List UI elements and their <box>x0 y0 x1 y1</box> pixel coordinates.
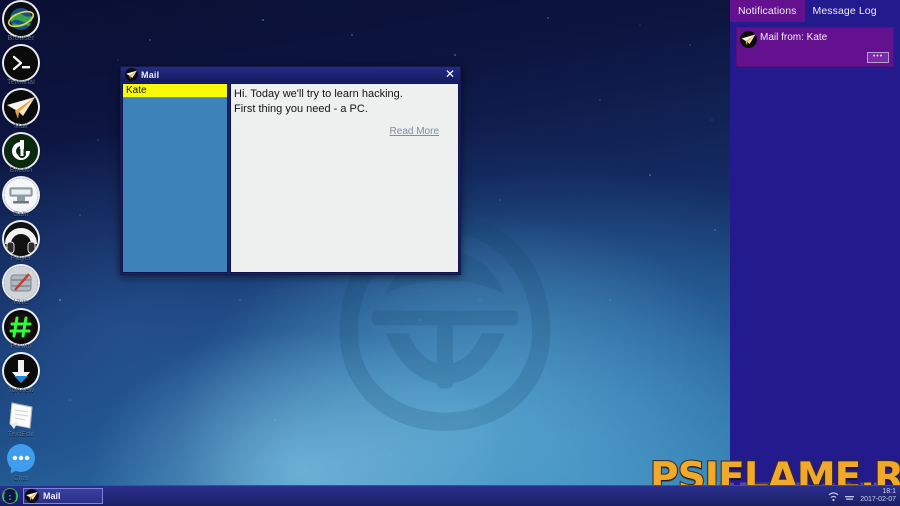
dock-item-terminal[interactable]: Terminal <box>0 46 42 90</box>
mail-plane-icon <box>125 68 138 81</box>
dock-label: Player <box>10 255 32 262</box>
notification-more-button[interactable]: ••• <box>867 52 889 63</box>
dock-item-cam[interactable]: Cam <box>0 178 42 222</box>
tab-message-log[interactable]: Message Log <box>805 0 885 22</box>
dock-item-textedit[interactable]: TextEdit <box>0 398 42 442</box>
hive-icon <box>4 266 38 300</box>
dock-item-bitcoin[interactable]: Bitcoin <box>0 134 42 178</box>
dock-label: Mail <box>14 123 28 130</box>
dock-item-forum[interactable]: Forum <box>0 310 42 354</box>
mail-plane-icon <box>740 31 757 48</box>
notification-text: Mail from: Kate <box>760 32 828 43</box>
headphones-icon <box>4 222 38 256</box>
read-more-row: Read More <box>234 121 453 139</box>
desktop-screen: Browser Terminal Mail Bitcoin Cam Player… <box>0 0 900 506</box>
download-arrow-icon <box>4 354 38 388</box>
dock-label: Terminal <box>6 79 36 86</box>
bitcoin-icon <box>4 134 38 168</box>
taskbar-button-mail[interactable]: Mail <box>23 488 103 504</box>
dock-item-torview[interactable]: TorView <box>0 354 42 398</box>
dock-label: Chat <box>13 475 29 482</box>
notification-card[interactable]: Mail from: Kate ••• <box>736 27 894 67</box>
mail-window[interactable]: Mail ✕ Kate Hi. Today we'll try to learn… <box>120 66 461 275</box>
read-more-link[interactable]: Read More <box>390 126 439 137</box>
message-line: First thing you need - a PC. <box>234 102 368 115</box>
svg-text:[:]: [:] <box>2 492 18 503</box>
right-panel-tabs: Notifications Message Log <box>730 0 900 22</box>
network-icon[interactable] <box>828 491 839 502</box>
dock-item-player[interactable]: Player <box>0 222 42 266</box>
chat-bubble-icon <box>4 442 38 476</box>
right-panel-inner: Notifications Message Log Mail from: Kat… <box>730 0 900 506</box>
webcam-icon <box>4 178 38 212</box>
dock-item-mail[interactable]: Mail <box>0 90 42 134</box>
notepad-icon <box>4 398 38 432</box>
dock-label: Forum <box>10 343 32 350</box>
volume-icon[interactable] <box>844 491 855 502</box>
hash-icon <box>4 310 38 344</box>
dock-item-hive[interactable]: Hive <box>0 266 42 310</box>
globe-icon <box>4 2 38 36</box>
mail-plane-icon <box>25 489 39 503</box>
dock-label: Browser <box>7 35 35 42</box>
mail-window-title: Mail <box>141 69 160 80</box>
dock-label: Cam <box>13 211 29 218</box>
tab-notifications[interactable]: Notifications <box>730 0 805 22</box>
mail-reading-pane: Hi. Today we'll try to learn hacking. Fi… <box>230 83 459 273</box>
clock-time: 18:1 <box>882 488 896 495</box>
taskbar-clock[interactable]: 18:1 2017-02-07 <box>860 488 896 504</box>
dock-label: Hive <box>13 299 29 306</box>
right-side-panel: Notifications Message Log Mail from: Kat… <box>730 0 900 506</box>
dock-label: Bitcoin <box>9 167 33 174</box>
start-brackets-icon[interactable]: [:] <box>2 488 18 504</box>
system-tray: 18:1 2017-02-07 <box>828 486 896 506</box>
close-icon[interactable]: ✕ <box>444 68 456 80</box>
message-line: Hi. Today we'll try to learn hacking. <box>234 88 403 100</box>
list-item[interactable]: Kate <box>123 84 227 98</box>
terminal-icon <box>4 46 38 80</box>
dock-label: TorView <box>7 387 35 394</box>
dock-label: TextEdit <box>7 431 35 438</box>
taskbar-button-label: Mail <box>43 491 61 501</box>
clock-date: 2017-02-07 <box>860 496 896 503</box>
paper-plane-icon <box>4 90 38 124</box>
mail-sender-list[interactable]: Kate <box>122 83 228 273</box>
mail-window-body: Kate Hi. Today we'll try to learn hackin… <box>121 82 460 273</box>
dock-item-chat[interactable]: Chat <box>0 442 42 486</box>
left-dock: Browser Terminal Mail Bitcoin Cam Player… <box>0 0 42 506</box>
taskbar: [:] Mail 18:1 2017-02-07 <box>0 485 900 506</box>
dock-item-browser[interactable]: Browser <box>0 2 42 46</box>
mail-window-titlebar[interactable]: Mail ✕ <box>121 67 460 82</box>
